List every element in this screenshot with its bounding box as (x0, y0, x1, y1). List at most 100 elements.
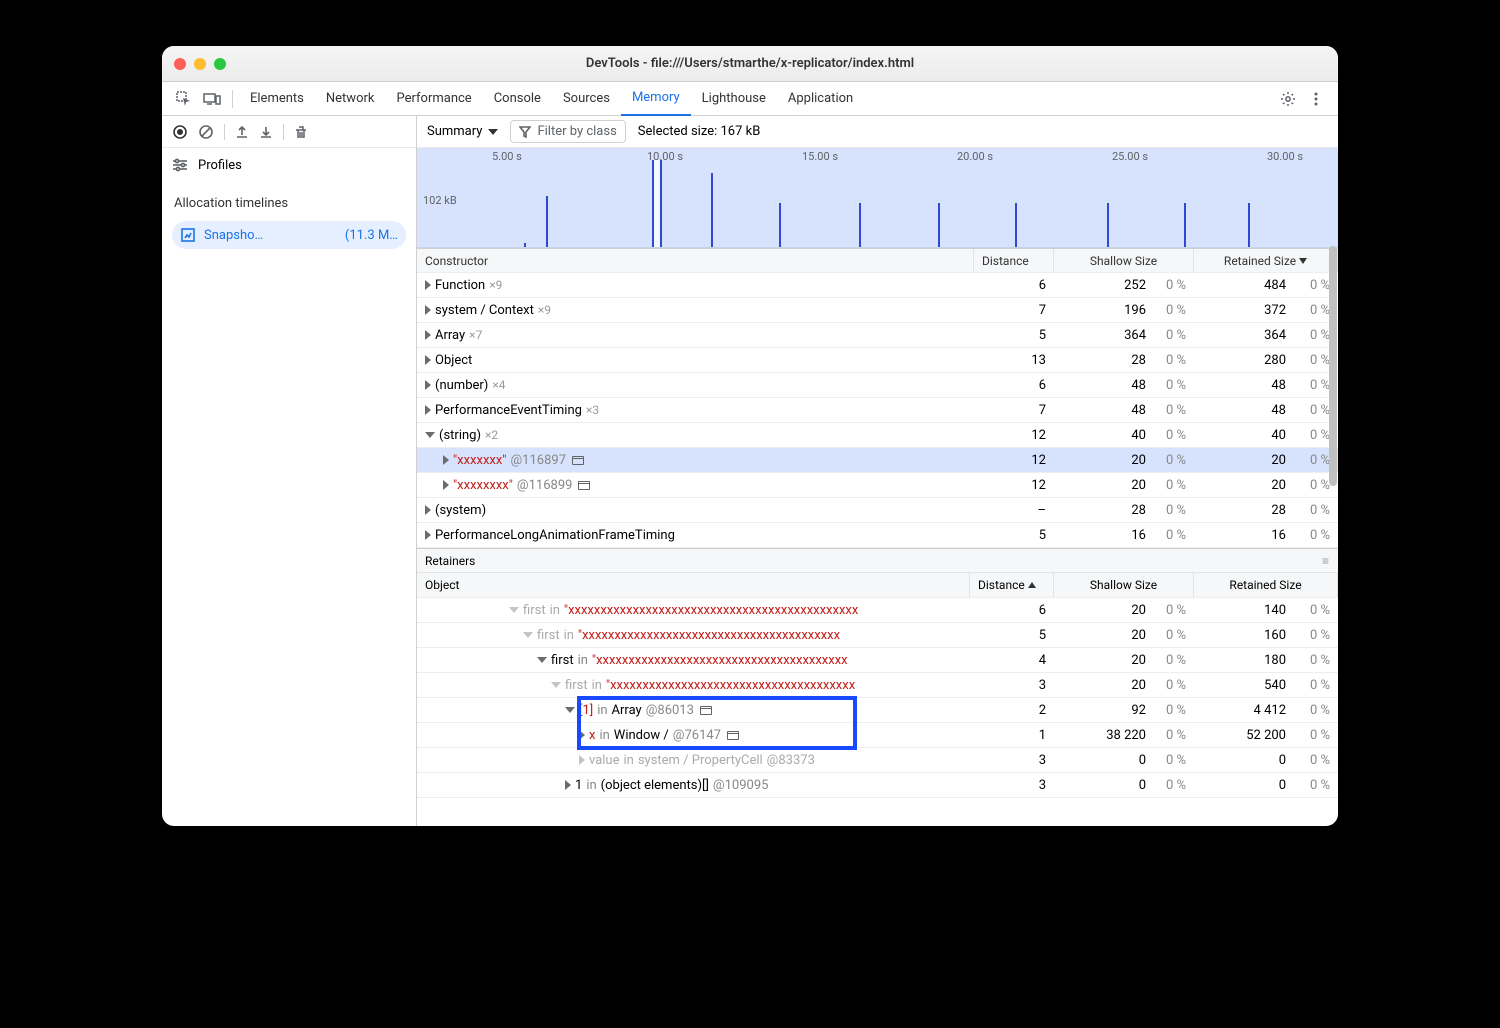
chevron-right-icon[interactable] (425, 330, 431, 340)
col-distance[interactable]: Distance (974, 249, 1054, 272)
retainer-row[interactable]: first in "xxxxxxxxxxxxxxxxxxxxxxxxxxxxxx… (417, 648, 1338, 673)
chevron-right-icon[interactable] (443, 480, 449, 490)
chevron-down-icon[interactable] (551, 682, 561, 688)
chevron-right-icon[interactable] (579, 755, 585, 765)
tab-lighthouse[interactable]: Lighthouse (691, 82, 777, 116)
upload-icon[interactable] (235, 125, 249, 139)
constructor-row[interactable]: Object13280 %2800 % (417, 348, 1338, 373)
chevron-right-icon[interactable] (425, 355, 431, 365)
inspect-icon[interactable] (174, 89, 194, 109)
allocation-bar (711, 173, 713, 247)
more-icon[interactable] (1306, 89, 1326, 109)
allocation-bar (1107, 203, 1109, 247)
constructor-row[interactable]: "xxxxxxxx" @11689912200 %200 % (417, 473, 1338, 498)
retainer-row[interactable]: [1] in Array @860132920 %4 4120 % (417, 698, 1338, 723)
chevron-right-icon[interactable] (425, 530, 431, 540)
chevron-down-icon[interactable] (523, 632, 533, 638)
sidebar-item-snapshot[interactable]: Snapsho… (11.3 M… (172, 221, 406, 249)
timeline-tick: 20.00 s (957, 150, 993, 163)
record-icon[interactable] (172, 124, 188, 140)
filter-icon (519, 126, 531, 138)
sliders-icon[interactable] (172, 158, 188, 172)
titlebar: DevTools - file:///Users/stmarthe/x-repl… (162, 46, 1338, 82)
tab-console[interactable]: Console (483, 82, 552, 116)
retainer-row[interactable]: x in Window / @76147138 2200 %52 2000 % (417, 723, 1338, 748)
tab-application[interactable]: Application (777, 82, 864, 116)
window-icon (727, 731, 739, 740)
tab-network[interactable]: Network (315, 82, 386, 116)
col-distance-ret[interactable]: Distance (970, 573, 1054, 597)
gear-icon[interactable] (1278, 89, 1298, 109)
tab-elements[interactable]: Elements (239, 82, 315, 116)
retainer-row[interactable]: first in "xxxxxxxxxxxxxxxxxxxxxxxxxxxxxx… (417, 598, 1338, 623)
retainer-row[interactable]: first in "xxxxxxxxxxxxxxxxxxxxxxxxxxxxxx… (417, 623, 1338, 648)
selected-size-label: Selected size: 167 kB (638, 124, 761, 139)
tab-memory[interactable]: Memory (621, 82, 691, 116)
constructor-row[interactable]: system / Context ×971960 %3720 % (417, 298, 1338, 323)
minimize-window-icon[interactable] (194, 58, 206, 70)
chevron-down-icon[interactable] (565, 707, 575, 713)
snapshot-name: Snapsho… (204, 228, 337, 243)
window-icon (572, 456, 584, 465)
scrollbar-thumb[interactable] (1329, 246, 1337, 486)
constructor-row[interactable]: (system)–280 %280 % (417, 498, 1338, 523)
retainer-row[interactable]: 1 in (object elements)[] @109095300 %00 … (417, 773, 1338, 798)
col-constructor[interactable]: Constructor (417, 249, 974, 272)
col-object[interactable]: Object (417, 573, 970, 597)
chevron-right-icon[interactable] (425, 305, 431, 315)
download-icon[interactable] (259, 125, 273, 139)
chevron-right-icon[interactable] (579, 730, 585, 740)
allocation-bar (546, 196, 548, 247)
chevron-down-icon[interactable] (537, 657, 547, 663)
constructor-row[interactable]: Function ×962520 %4840 % (417, 273, 1338, 298)
sort-asc-icon (1028, 582, 1036, 588)
retainer-row[interactable]: first in "xxxxxxxxxxxxxxxxxxxxxxxxxxxxxx… (417, 673, 1338, 698)
chevron-right-icon[interactable] (565, 780, 571, 790)
device-icon[interactable] (202, 89, 222, 109)
profiles-label: Profiles (198, 158, 242, 173)
chevron-right-icon[interactable] (425, 505, 431, 515)
chevron-down-icon[interactable] (509, 607, 519, 613)
constructor-row[interactable]: PerformanceLongAnimationFrameTiming5160 … (417, 523, 1338, 548)
sidebar-section-label: Allocation timelines (162, 182, 416, 217)
constructor-row[interactable]: Array ×753640 %3640 % (417, 323, 1338, 348)
col-shallow-ret[interactable]: Shallow Size (1054, 573, 1194, 597)
retainers-label: Retainers (425, 554, 475, 568)
allocation-bar (1015, 203, 1017, 247)
window-icon (700, 706, 712, 715)
snapshot-icon (180, 227, 196, 243)
perspective-select[interactable]: Summary (427, 124, 498, 139)
allocation-bar (524, 243, 526, 247)
constructor-row[interactable]: (string) ×212400 %400 % (417, 423, 1338, 448)
constructor-row[interactable]: PerformanceEventTiming ×37480 %480 % (417, 398, 1338, 423)
constructor-row[interactable]: "xxxxxxx" @11689712200 %200 % (417, 448, 1338, 473)
gc-icon[interactable] (294, 124, 308, 140)
chevron-right-icon[interactable] (443, 455, 449, 465)
allocation-bar (859, 203, 861, 247)
retainers-menu-icon[interactable]: ≡ (1322, 554, 1330, 568)
class-filter-input[interactable]: Filter by class (510, 120, 625, 143)
chevron-right-icon[interactable] (425, 380, 431, 390)
timeline-tick: 30.00 s (1267, 150, 1303, 163)
timeline-tick: 5.00 s (492, 150, 522, 163)
timeline-tick: 25.00 s (1112, 150, 1148, 163)
col-retained[interactable]: Retained Size (1194, 249, 1338, 272)
chevron-right-icon[interactable] (425, 405, 431, 415)
zoom-window-icon[interactable] (214, 58, 226, 70)
timeline-tick: 15.00 s (802, 150, 838, 163)
window-title: DevTools - file:///Users/stmarthe/x-repl… (162, 56, 1338, 71)
tab-sources[interactable]: Sources (552, 82, 621, 116)
col-retained-ret[interactable]: Retained Size (1194, 573, 1338, 597)
sort-desc-icon (1299, 258, 1307, 264)
allocation-timeline[interactable]: 5.00 s10.00 s15.00 s20.00 s25.00 s30.00 … (417, 148, 1338, 248)
retainer-row[interactable]: value in system / PropertyCell @83373300… (417, 748, 1338, 773)
chevron-right-icon[interactable] (425, 280, 431, 290)
constructor-row[interactable]: (number) ×46480 %480 % (417, 373, 1338, 398)
window-icon (578, 481, 590, 490)
col-shallow[interactable]: Shallow Size (1054, 249, 1194, 272)
clear-icon[interactable] (198, 124, 214, 140)
tab-performance[interactable]: Performance (386, 82, 483, 116)
allocation-bar (938, 203, 940, 247)
close-window-icon[interactable] (174, 58, 186, 70)
chevron-down-icon[interactable] (425, 432, 435, 438)
